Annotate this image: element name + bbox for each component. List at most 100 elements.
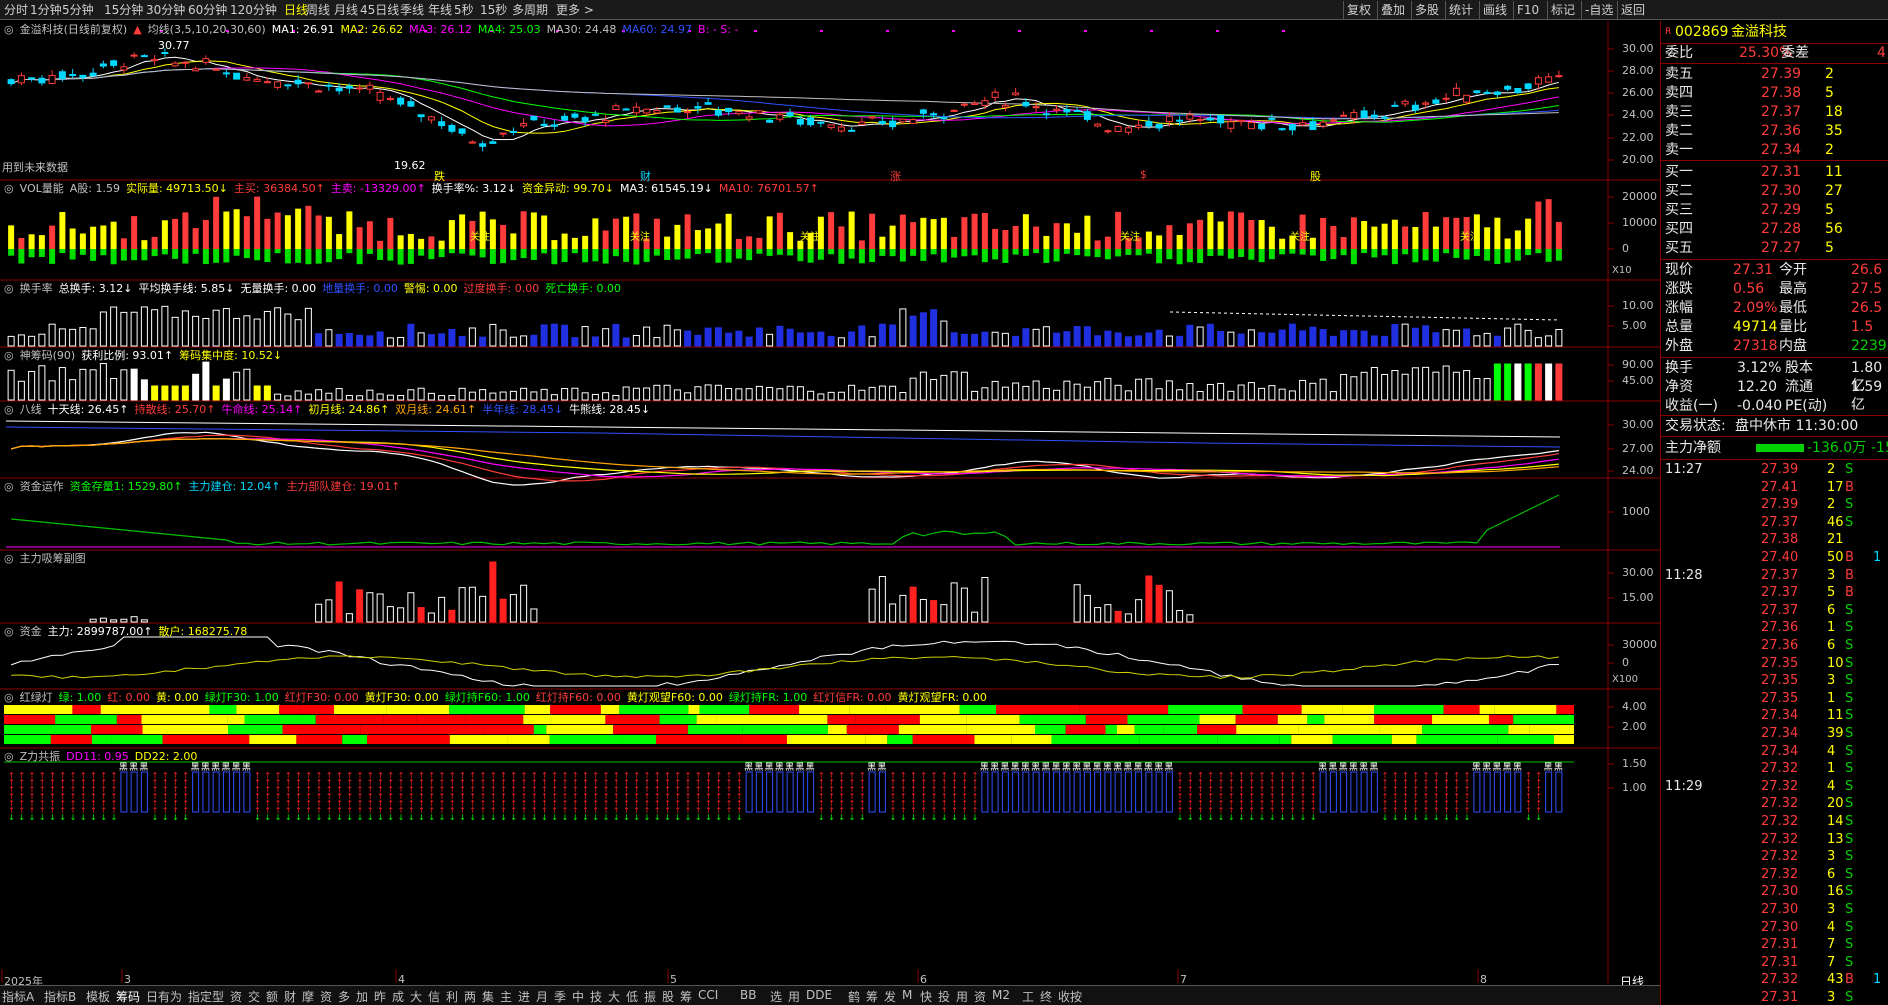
indicator-tab-7[interactable]: 交: [248, 988, 260, 1005]
timeframe-14[interactable]: 15秒: [480, 2, 507, 18]
chart-area[interactable]: ↑ ↑ ↑ ↑ ↑ ↑ ↓ ↑ ↑ ↑ ↑ ↑ ↑ ↓ ↑ ↑ ↑ ↑ ↑ ↑ ↓ ↑ ↑ ↑ ↑ ↑ ↑ ↓ ↑ ↑ ↑ ↑ ↑ ↑ ↓ ↑ ↑ ↑ ↑ ↑…: [0, 21, 1660, 989]
timeframe-10[interactable]: 45日线: [360, 2, 399, 18]
turnover-bar: [1114, 332, 1122, 347]
timeframe-11[interactable]: 季线: [400, 2, 424, 18]
indicator-tab-8[interactable]: 额: [266, 988, 278, 1005]
timeframe-2[interactable]: 5分钟: [62, 2, 94, 18]
timeframe-13[interactable]: 5秒: [454, 2, 474, 18]
timeframe-12[interactable]: 年线: [428, 2, 452, 18]
indicator-tab-45[interactable]: M2: [992, 988, 1010, 1002]
indicator-tab-21[interactable]: 主: [500, 988, 512, 1005]
toolbar-button-0[interactable]: 复权: [1343, 1, 1371, 19]
timeframe-1[interactable]: 1分钟: [30, 2, 62, 18]
indicator-tab-29[interactable]: 振: [644, 988, 656, 1005]
indicator-tab-20[interactable]: 集: [482, 988, 494, 1005]
indicator-tab-25[interactable]: 中: [572, 988, 584, 1005]
timeframe-0[interactable]: 分时: [4, 2, 28, 18]
indicator-tab-33[interactable]: BB: [740, 988, 756, 1002]
indicator-tab-32[interactable]: CCI: [698, 988, 718, 1002]
arrow-down-icon: ↓: [1310, 813, 1317, 822]
toolbar-button-4[interactable]: 画线: [1479, 1, 1507, 19]
indicator-tab-3[interactable]: 筹码: [116, 988, 140, 1005]
indicator-tab-24[interactable]: 季: [554, 988, 566, 1005]
indicator-tab-48[interactable]: 收按: [1058, 988, 1082, 1005]
arrow-down-icon: ↓: [439, 813, 446, 822]
indicator-tab-9[interactable]: 财: [284, 988, 296, 1005]
indicator-tab-1[interactable]: 指标B: [44, 988, 76, 1005]
indicator-tab-4[interactable]: 日有为: [146, 988, 182, 1005]
volume-bar-down: [1371, 249, 1378, 258]
indicator-tab-6[interactable]: 资: [230, 988, 242, 1005]
indicator-tab-37[interactable]: 鹤: [848, 988, 860, 1005]
indicator-tab-2[interactable]: 模板: [86, 988, 110, 1005]
panel-menu-icon[interactable]: ◎: [4, 691, 14, 704]
timeframe-6[interactable]: 120分钟: [230, 2, 277, 18]
panel-menu-icon[interactable]: ◎: [4, 625, 14, 638]
indicator-tab-30[interactable]: 股: [662, 988, 674, 1005]
indicator-tab-42[interactable]: 投: [938, 988, 950, 1005]
panel-menu-icon[interactable]: ◎: [4, 403, 14, 416]
indicator-tab-5[interactable]: 指定型: [188, 988, 224, 1005]
indicator-tab-40[interactable]: M: [902, 988, 912, 1002]
indicator-tab-28[interactable]: 低: [626, 988, 638, 1005]
light-segment: [688, 705, 700, 714]
indicator-tab-39[interactable]: 发: [884, 988, 896, 1005]
indicator-tab-0[interactable]: 指标A: [2, 988, 34, 1005]
panel-menu-icon[interactable]: ◎: [4, 282, 14, 295]
timeframe-3[interactable]: 15分钟: [104, 2, 143, 18]
panel-menu-icon[interactable]: ◎: [4, 23, 14, 36]
indicator-tab-47[interactable]: 终: [1040, 988, 1052, 1005]
toolbar-button-6[interactable]: 标记: [1547, 1, 1575, 19]
indicator-tab-10[interactable]: 摩: [302, 988, 314, 1005]
resonance-marker: 黑: [211, 762, 220, 773]
indicator-tab-23[interactable]: 月: [536, 988, 548, 1005]
indicator-tab-19[interactable]: 两: [464, 988, 476, 1005]
indicator-tab-26[interactable]: 技: [590, 988, 602, 1005]
toolbar-button-8[interactable]: 返回: [1617, 1, 1645, 19]
timeframe-4[interactable]: 30分钟: [146, 2, 185, 18]
timeframe-15[interactable]: 多周期: [512, 2, 548, 18]
indicator-tab-27[interactable]: 大: [608, 988, 620, 1005]
signal-dot: [1282, 30, 1285, 32]
toolbar-button-1[interactable]: 叠加: [1377, 1, 1405, 19]
timeframe-16[interactable]: 更多 >: [556, 2, 594, 18]
indicator-tab-44[interactable]: 资: [974, 988, 986, 1005]
indicator-tab-41[interactable]: 快: [920, 988, 932, 1005]
panel-menu-icon[interactable]: ◎: [4, 480, 14, 493]
indicator-tab-35[interactable]: 用: [788, 988, 800, 1005]
chip-bar: [622, 386, 630, 401]
light-segment: [1374, 715, 1433, 724]
chart-canvas[interactable]: ↑↑↑↑↑↑↓↑↑↑↑↑↑↓↑↑↑↑↑↑↓↑↑↑↑↑↑↓↑↑↑↑↑↑↓↑↑↑↑↑…: [0, 21, 1660, 983]
toolbar-button-7[interactable]: -自选: [1581, 1, 1613, 19]
timeframe-8[interactable]: 周线: [306, 2, 330, 18]
timeframe-9[interactable]: 月线: [334, 2, 358, 18]
indicator-tab-22[interactable]: 进: [518, 988, 530, 1005]
volume-bar-up: [448, 220, 455, 249]
panel-menu-icon[interactable]: ◎: [4, 349, 14, 362]
arrow-down-icon: ↓: [1300, 813, 1307, 822]
panel-menu-icon[interactable]: ◎: [4, 750, 14, 763]
indicator-tab-14[interactable]: 昨: [374, 988, 386, 1005]
indicator-tab-16[interactable]: 大: [410, 988, 422, 1005]
toolbar-button-3[interactable]: 统计: [1445, 1, 1473, 19]
panel-menu-icon[interactable]: ◎: [4, 182, 14, 195]
panel-menu-icon[interactable]: ◎: [4, 552, 14, 565]
toolbar-button-2[interactable]: 多股: [1411, 1, 1439, 19]
indicator-tab-15[interactable]: 成: [392, 988, 404, 1005]
timeframe-7[interactable]: 日线: [284, 2, 308, 18]
timeframe-5[interactable]: 60分钟: [188, 2, 227, 18]
indicator-tab-43[interactable]: 用: [956, 988, 968, 1005]
indicator-tab-18[interactable]: 利: [446, 988, 458, 1005]
indicator-tab-31[interactable]: 筹: [680, 988, 692, 1005]
light-segment: [959, 705, 996, 714]
indicator-tab-36[interactable]: DDE: [806, 988, 832, 1002]
indicator-tab-13[interactable]: 加: [356, 988, 368, 1005]
toolbar-button-5[interactable]: F10: [1513, 1, 1539, 19]
indicator-tab-46[interactable]: 工: [1022, 988, 1034, 1005]
indicator-tab-38[interactable]: 筹: [866, 988, 878, 1005]
indicator-tab-17[interactable]: 信: [428, 988, 440, 1005]
indicator-tab-12[interactable]: 多: [338, 988, 350, 1005]
indicator-tab-11[interactable]: 资: [320, 988, 332, 1005]
chip-bar: [1217, 382, 1225, 401]
indicator-tab-34[interactable]: 选: [770, 988, 782, 1005]
